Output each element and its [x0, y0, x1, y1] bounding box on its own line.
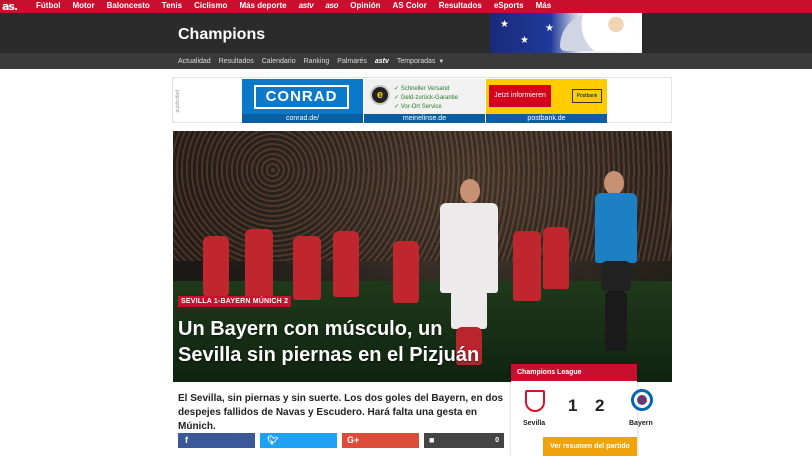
comments-button[interactable]: ■ 0 [424, 433, 504, 448]
as-logo[interactable]: as. [2, 0, 26, 13]
nav-item-baloncesto[interactable]: Baloncesto [107, 0, 156, 13]
nav-item-tenis[interactable]: Tenis [162, 0, 188, 13]
bayern-player [293, 236, 321, 300]
google-plus-icon: G+ [347, 435, 360, 445]
away-team-name: Bayern [629, 420, 653, 427]
bayern-crest-icon [631, 389, 653, 411]
share-gplus-button[interactable]: G+ [342, 433, 419, 448]
bayern-player [333, 231, 359, 297]
nav-item-aso[interactable]: aso [325, 0, 344, 13]
comment-icon: ■ [429, 435, 435, 445]
section-subnav: Actualidad Resultados Calendario Ranking… [0, 53, 812, 69]
bayern-player [203, 236, 229, 296]
ad-meinelinse-url: meinelinse.de [364, 114, 485, 123]
sevilla-crest-icon [525, 390, 545, 412]
trust-seal-icon: e [370, 85, 390, 105]
sevilla-player [440, 203, 498, 293]
ad-postbank[interactable]: Jetzt informieren Postbank postbank.de [486, 79, 607, 123]
article-headline[interactable]: Un Bayern con músculo, un Sevilla sin pi… [178, 316, 508, 368]
share-twitter-button[interactable]: 🐦︎ [260, 433, 337, 448]
ad-conrad-url: conrad.de/ [242, 114, 363, 123]
home-team-name: Sevilla [523, 420, 546, 427]
facebook-icon: f [185, 435, 188, 445]
referee-legs [605, 291, 627, 351]
referee [595, 193, 637, 263]
star-icon: ★ [500, 19, 509, 30]
comment-count: 0 [495, 437, 499, 444]
nav-item-astv[interactable]: astv [299, 0, 320, 13]
subnav-calendario[interactable]: Calendario [262, 58, 296, 65]
ad-banner: publicidad CONRAD conrad.de/ e ✓ Schnell… [172, 77, 672, 123]
bayern-player [245, 229, 273, 299]
nav-item-as-color[interactable]: AS Color [392, 0, 432, 13]
referee-shorts [601, 261, 631, 291]
star-icon: ★ [545, 23, 554, 34]
ad-meinelinse[interactable]: e ✓ Schneller Versand ✓ Geld-zurück-Gara… [364, 79, 485, 123]
competition-label: Champions League [511, 364, 637, 381]
subnav-astv[interactable]: astv [375, 58, 389, 65]
match-summary-button[interactable]: Ver resumen del partido [543, 437, 637, 456]
nav-item-opinion[interactable]: Opinión [350, 0, 386, 13]
bayern-player [393, 241, 419, 303]
subnav-temporadas[interactable]: Temporadas ▼ [397, 58, 444, 65]
subnav-actualidad[interactable]: Actualidad [178, 58, 211, 65]
subnav-palmares[interactable]: Palmarés [337, 58, 367, 65]
referee-head [604, 171, 624, 195]
article-kicker[interactable]: SEVILLA 1-BAYERN MÚNICH 2 [178, 296, 292, 307]
nav-item-esports[interactable]: eSports [494, 0, 530, 13]
ad-postbank-url: postbank.de [486, 114, 607, 123]
article-lead: El Sevilla, sin piernas y sin suerte. Lo… [178, 393, 504, 432]
match-score-widget: Champions League 1 2 Sevilla Bayern Ver … [511, 364, 653, 456]
away-goals: 2 [595, 396, 605, 415]
ad-line-1: ✓ Schneller Versand [394, 86, 450, 92]
subnav-ranking[interactable]: Ranking [304, 58, 330, 65]
ad-cta-button[interactable]: Jetzt informieren [489, 85, 551, 107]
sevilla-player-head [460, 179, 480, 203]
nav-item-resultados[interactable]: Resultados [439, 0, 488, 13]
nav-item-motor[interactable]: Motor [72, 0, 100, 13]
ad-line-2: ✓ Geld-zurück-Garantie [394, 95, 459, 101]
chevron-down-icon: ▼ [438, 58, 445, 65]
nav-item-ciclismo[interactable]: Ciclismo [194, 0, 233, 13]
bayern-player [543, 227, 569, 289]
twitter-icon: 🐦︎ [267, 435, 279, 445]
home-goals: 1 [568, 396, 578, 415]
ad-line-3: ✓ Vor-Ort Service [394, 104, 442, 110]
nav-item-mas[interactable]: Más [536, 0, 558, 13]
nav-item-mas-deporte[interactable]: Más deporte [239, 0, 292, 13]
conrad-logo: CONRAD [254, 85, 349, 109]
bayern-player [513, 231, 541, 301]
ad-conrad[interactable]: CONRAD conrad.de/ [242, 79, 363, 123]
top-navigation: as. Fútbol Motor Baloncesto Tenis Ciclis… [0, 0, 812, 13]
section-title[interactable]: Champions [178, 26, 265, 44]
nav-item-futbol[interactable]: Fútbol [36, 0, 66, 13]
ad-label: publicidad [175, 90, 181, 113]
main-menu: Fútbol Motor Baloncesto Tenis Ciclismo M… [36, 0, 563, 13]
postbank-logo: Postbank [572, 89, 602, 103]
section-header: Champions ★ ★ ★ [0, 13, 812, 53]
star-icon: ★ [520, 35, 529, 46]
subnav-resultados[interactable]: Resultados [219, 58, 254, 65]
share-facebook-button[interactable]: f [178, 433, 255, 448]
